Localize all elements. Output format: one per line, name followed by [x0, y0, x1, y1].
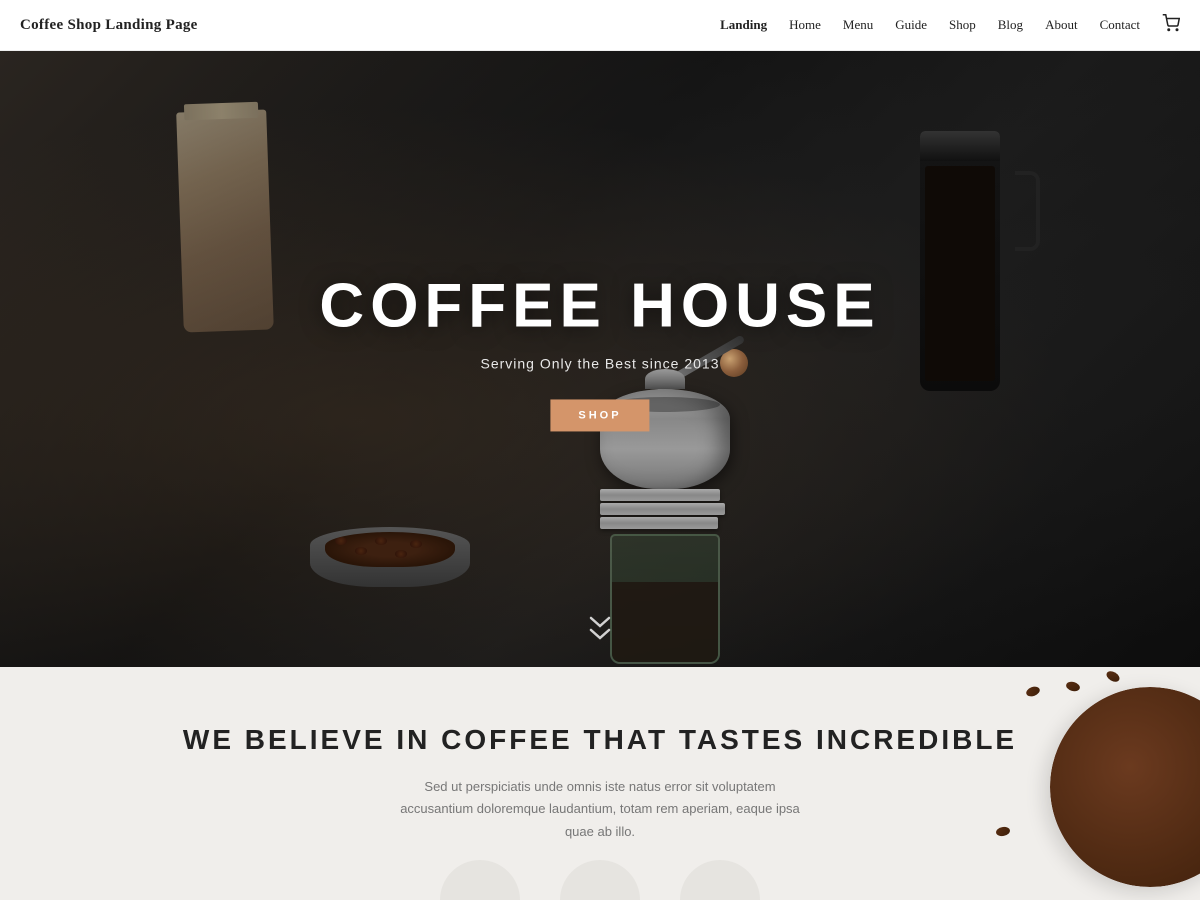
- hero-content: COFFEE HOUSE Serving Only the Best since…: [319, 270, 880, 431]
- beans-plate-fill: [1050, 687, 1200, 887]
- nav-item-landing[interactable]: Landing: [720, 17, 767, 33]
- french-press-body: [920, 131, 1000, 391]
- about-section: WE BELIEVE IN COFFEE THAT TASTES INCREDI…: [0, 667, 1200, 900]
- hero-section: COFFEE HOUSE Serving Only the Best since…: [0, 51, 1200, 667]
- circle-hint-3: [680, 860, 760, 900]
- nav-item-guide[interactable]: Guide: [895, 17, 927, 33]
- scattered-bean: [1065, 680, 1081, 692]
- nav-item-home[interactable]: Home: [789, 17, 821, 33]
- about-body: Sed ut perspiciatis unde omnis iste natu…: [390, 776, 810, 842]
- nav-item-shop[interactable]: Shop: [949, 17, 976, 33]
- beans-plate: [1050, 687, 1200, 887]
- cart-icon[interactable]: [1162, 14, 1180, 37]
- nav: Landing Home Menu Guide Shop Blog About …: [720, 14, 1180, 37]
- grinder-jar: [610, 534, 720, 664]
- nav-item-blog[interactable]: Blog: [998, 17, 1023, 33]
- site-title: Coffee Shop Landing Page: [20, 17, 198, 34]
- coffee-bag-decoration: [176, 109, 274, 332]
- scroll-down-indicator[interactable]: [589, 616, 611, 642]
- scattered-bean: [1025, 685, 1041, 698]
- shop-button[interactable]: SHOP: [550, 399, 649, 431]
- nav-item-menu[interactable]: Menu: [843, 17, 873, 33]
- beans-image-decoration: [980, 667, 1200, 900]
- scattered-bean: [995, 826, 1010, 837]
- hero-subtitle: Serving Only the Best since 2013: [319, 355, 880, 371]
- grinder-rings: [600, 489, 730, 531]
- french-press-decoration: [920, 131, 1020, 411]
- french-press-handle: [1015, 171, 1040, 251]
- circle-hint-2: [560, 860, 640, 900]
- nav-item-contact[interactable]: Contact: [1100, 17, 1140, 33]
- circle-hint-1: [440, 860, 520, 900]
- hero-title: COFFEE HOUSE: [319, 270, 880, 341]
- beans-bowl-decoration: [310, 517, 470, 587]
- french-press-liquid: [925, 166, 995, 381]
- header: Coffee Shop Landing Page Landing Home Me…: [0, 0, 1200, 51]
- nav-item-about[interactable]: About: [1045, 17, 1078, 33]
- about-title: WE BELIEVE IN COFFEE THAT TASTES INCREDI…: [183, 722, 1017, 758]
- scattered-bean: [1105, 669, 1122, 684]
- beans-fill: [325, 532, 455, 567]
- bottom-circles-decoration: [440, 860, 760, 900]
